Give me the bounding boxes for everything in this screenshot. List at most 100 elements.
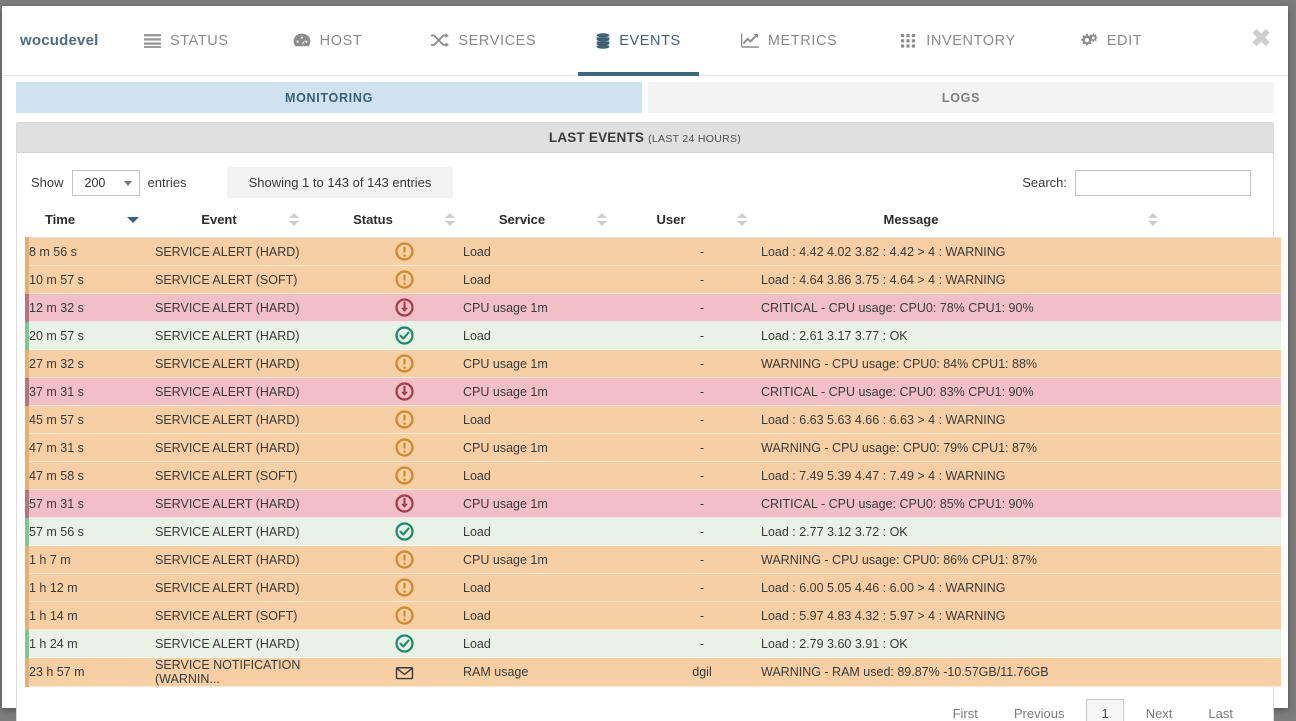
cell-user: - bbox=[699, 384, 705, 399]
table-row[interactable]: 23 h 57 m SERVICE NOTIFICATION (WARNIN...… bbox=[25, 657, 1281, 687]
cell-message: CRITICAL - CPU usage: CPU0: 85% CPU1: 90… bbox=[761, 496, 1034, 511]
cell-message: Load : 6.00 5.05 4.46 : 6.00 > 4 : WARNI… bbox=[761, 580, 1006, 595]
pagination-next[interactable]: Next bbox=[1128, 700, 1191, 721]
nav-item-edit[interactable]: EDIT bbox=[1076, 6, 1146, 76]
cell-user: dgil bbox=[692, 665, 712, 679]
cell-event: SERVICE ALERT (HARD) bbox=[155, 356, 300, 371]
cell-message: Load : 2.77 3.12 3.72 : OK bbox=[761, 524, 908, 539]
pagination: First Previous 1 Next Last bbox=[25, 687, 1265, 721]
exclamation-circle-icon bbox=[394, 438, 414, 457]
cell-event: SERVICE ALERT (HARD) bbox=[155, 580, 300, 595]
events-table-body: 8 m 56 s SERVICE ALERT (HARD) Load - Load : … bbox=[25, 237, 1281, 687]
table-row[interactable]: 1 h 12 m SERVICE ALERT (HARD) Load - Load : … bbox=[25, 573, 1281, 602]
col-header-user[interactable]: User bbox=[643, 208, 761, 238]
table-row[interactable]: 1 h 24 m SERVICE ALERT (HARD) Load - Load : … bbox=[25, 629, 1281, 658]
search-input[interactable] bbox=[1075, 169, 1251, 196]
sort-icon-status[interactable] bbox=[444, 212, 455, 227]
cell-event: SERVICE ALERT (HARD) bbox=[155, 412, 300, 427]
arrow-down-circle-icon bbox=[394, 494, 414, 513]
nav-item-host[interactable]: HOST bbox=[289, 6, 367, 76]
pagination-first[interactable]: First bbox=[935, 700, 996, 721]
col-header-service[interactable]: Service bbox=[463, 208, 643, 238]
events-table: Time Event Status Service User Message 8… bbox=[25, 208, 1281, 687]
nav-label-metrics: METRICS bbox=[767, 32, 838, 49]
cell-message: Load : 2.61 3.17 3.77 : OK bbox=[761, 328, 908, 343]
cell-time: 20 m 57 s bbox=[25, 321, 155, 350]
entries-label: entries bbox=[147, 175, 187, 190]
table-row[interactable]: 37 m 31 s SERVICE ALERT (HARD) CPU usage 1… bbox=[25, 377, 1281, 406]
exclamation-circle-icon bbox=[394, 270, 414, 289]
table-controls: Show 200 entries Showing 1 to 143 of 143… bbox=[25, 163, 1265, 208]
nav-label-status: STATUS bbox=[170, 32, 229, 49]
cell-service: CPU usage 1m bbox=[463, 440, 548, 455]
cell-service: CPU usage 1m bbox=[463, 300, 548, 315]
show-label: Show bbox=[31, 175, 64, 190]
cell-time: 37 m 31 s bbox=[25, 377, 155, 406]
sub-tabs: MONITORING LOGS bbox=[2, 76, 1288, 113]
cell-event: SERVICE ALERT (HARD) bbox=[155, 244, 300, 259]
cell-user: - bbox=[699, 580, 705, 595]
col-header-time[interactable]: Time bbox=[27, 208, 155, 238]
cell-user: - bbox=[699, 552, 705, 567]
col-header-status[interactable]: Status bbox=[345, 208, 463, 238]
table-row[interactable]: 20 m 57 s SERVICE ALERT (HARD) Load - Load :… bbox=[25, 321, 1281, 350]
page-length-control: Show 200 entries bbox=[31, 169, 187, 196]
cell-user: - bbox=[699, 412, 705, 427]
pagination-last[interactable]: Last bbox=[1190, 700, 1251, 721]
nav-label-services: SERVICES bbox=[458, 32, 537, 49]
cell-status bbox=[345, 406, 463, 434]
table-row[interactable]: 57 m 31 s SERVICE ALERT (HARD) CPU usage 1… bbox=[25, 489, 1281, 518]
nav-item-metrics[interactable]: METRICS bbox=[737, 6, 841, 76]
brand-logo[interactable]: wocudevel bbox=[20, 32, 140, 49]
table-row[interactable]: 12 m 32 s SERVICE ALERT (HARD) CPU usage 1… bbox=[25, 293, 1281, 322]
tab-logs[interactable]: LOGS bbox=[648, 82, 1274, 113]
cell-service: Load bbox=[463, 608, 491, 623]
col-label-service: Service bbox=[498, 212, 546, 227]
cell-service: CPU usage 1m bbox=[463, 552, 548, 567]
col-header-message[interactable]: Message bbox=[761, 208, 1281, 238]
table-row[interactable]: 8 m 56 s SERVICE ALERT (HARD) Load - Load : … bbox=[25, 237, 1281, 266]
col-label-status: Status bbox=[353, 212, 393, 227]
cell-time: 23 h 57 m bbox=[25, 657, 155, 687]
table-row[interactable]: 10 m 57 s SERVICE ALERT (SOFT) Load - Load :… bbox=[25, 265, 1281, 294]
nav-item-inventory[interactable]: INVENTORY bbox=[897, 6, 1019, 76]
cell-user: - bbox=[699, 496, 705, 511]
panel-title: LAST EVENTS bbox=[548, 130, 645, 145]
exclamation-circle-icon bbox=[394, 550, 414, 569]
col-header-event[interactable]: Event bbox=[155, 208, 345, 238]
sort-icon-time[interactable] bbox=[127, 213, 140, 227]
pagination-page-1[interactable]: 1 bbox=[1086, 699, 1124, 721]
nav-item-services[interactable]: SERVICES bbox=[426, 6, 540, 76]
cell-event: SERVICE ALERT (HARD) bbox=[155, 440, 300, 455]
nav-label-inventory: INVENTORY bbox=[926, 32, 1016, 49]
nav-item-status[interactable]: STATUS bbox=[140, 6, 233, 76]
cell-message: Load : 6.63 5.63 4.66 : 6.63 > 4 : WARNI… bbox=[761, 412, 1006, 427]
sort-icon-message[interactable] bbox=[1148, 212, 1159, 227]
sort-icon-event[interactable] bbox=[288, 212, 299, 227]
cell-message: Load : 2.79 3.60 3.91 : OK bbox=[761, 636, 908, 651]
cell-status bbox=[345, 266, 463, 294]
gears-icon bbox=[1080, 33, 1098, 48]
col-label-user: User bbox=[656, 212, 686, 227]
cell-user: - bbox=[699, 356, 705, 371]
table-row[interactable]: 27 m 32 s SERVICE ALERT (HARD) CPU usage 1… bbox=[25, 349, 1281, 378]
cell-status bbox=[345, 434, 463, 462]
close-icon[interactable]: ✖ bbox=[1250, 26, 1272, 52]
table-row[interactable]: 47 m 31 s SERVICE ALERT (HARD) CPU usage 1… bbox=[25, 433, 1281, 462]
cell-message: Load : 4.64 3.86 3.75 : 4.64 > 4 : WARNI… bbox=[761, 272, 1006, 287]
cell-event: SERVICE ALERT (SOFT) bbox=[155, 272, 298, 287]
cell-service: CPU usage 1m bbox=[463, 356, 548, 371]
sort-icon-user[interactable] bbox=[737, 212, 748, 227]
table-row[interactable]: 1 h 7 m SERVICE ALERT (HARD) CPU usage 1m -… bbox=[25, 545, 1281, 574]
tab-monitoring[interactable]: MONITORING bbox=[16, 82, 642, 113]
pagination-previous[interactable]: Previous bbox=[996, 700, 1083, 721]
page-length-select[interactable]: 200 bbox=[71, 169, 140, 196]
table-row[interactable]: 1 h 14 m SERVICE ALERT (SOFT) Load - Load : … bbox=[25, 601, 1281, 630]
cell-status bbox=[345, 322, 463, 350]
sort-icon-service[interactable] bbox=[597, 212, 608, 227]
table-row[interactable]: 57 m 56 s SERVICE ALERT (HARD) Load - Load :… bbox=[25, 517, 1281, 546]
cell-message: CRITICAL - CPU usage: CPU0: 78% CPU1: 90… bbox=[761, 300, 1034, 315]
nav-item-events[interactable]: EVENTS bbox=[578, 6, 699, 76]
table-row[interactable]: 47 m 58 s SERVICE ALERT (SOFT) Load - Load :… bbox=[25, 461, 1281, 490]
table-row[interactable]: 45 m 57 s SERVICE ALERT (HARD) Load - Load :… bbox=[25, 405, 1281, 434]
